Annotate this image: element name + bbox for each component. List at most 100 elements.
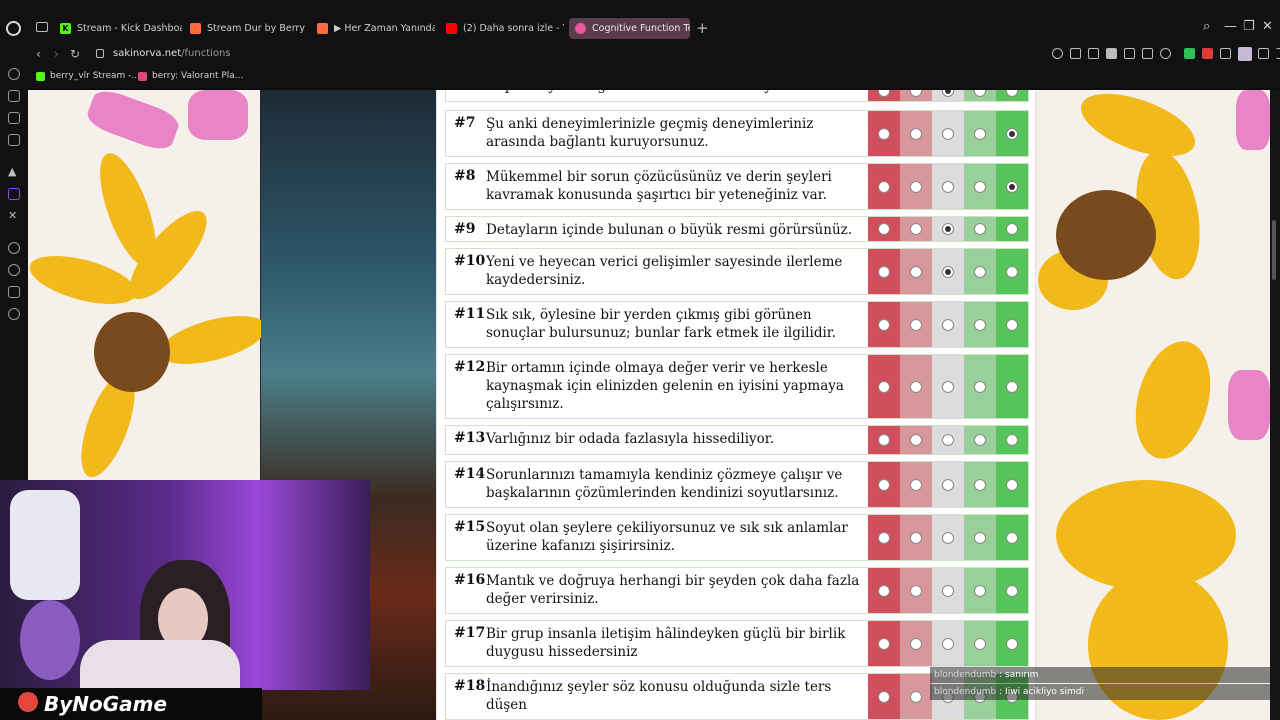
radio-button[interactable] — [878, 90, 890, 97]
answer-option-5[interactable] — [996, 426, 1028, 454]
radio-button[interactable] — [878, 180, 890, 193]
radio-button[interactable] — [878, 318, 890, 331]
radio-button[interactable] — [1006, 90, 1018, 97]
answer-option-1[interactable] — [868, 90, 900, 101]
radio-button[interactable] — [1006, 180, 1018, 193]
answer-option-3[interactable] — [932, 621, 964, 666]
answer-option-3[interactable] — [932, 515, 964, 560]
answer-option-1[interactable] — [868, 426, 900, 454]
radio-button[interactable] — [878, 531, 890, 544]
minimize-icon[interactable]: — — [1224, 20, 1237, 34]
answer-option-4[interactable] — [964, 621, 996, 666]
player-icon[interactable] — [8, 242, 20, 254]
answer-option-1[interactable] — [868, 355, 900, 418]
answer-option-4[interactable] — [964, 249, 996, 294]
messenger-icon[interactable] — [8, 134, 20, 146]
extension-red-icon[interactable] — [1202, 48, 1213, 59]
answer-option-3[interactable] — [932, 164, 964, 209]
pin-icon[interactable] — [1070, 48, 1081, 59]
radio-button[interactable] — [974, 90, 986, 97]
radio-button[interactable] — [1006, 223, 1018, 235]
answer-option-4[interactable] — [964, 355, 996, 418]
extensions-icon[interactable] — [1220, 48, 1231, 59]
radio-button[interactable] — [878, 265, 890, 278]
answer-option-2[interactable] — [900, 462, 932, 507]
answer-option-5[interactable] — [996, 302, 1028, 347]
radio-button[interactable] — [878, 223, 890, 235]
radio-button[interactable] — [1006, 478, 1018, 491]
refresh-icon[interactable] — [8, 68, 20, 80]
x-icon[interactable]: ✕ — [8, 210, 17, 222]
zoom-icon[interactable] — [1052, 48, 1063, 59]
radio-button[interactable] — [1006, 434, 1018, 446]
search-tabs-icon[interactable]: ⌕ — [1203, 20, 1210, 34]
radio-button[interactable] — [942, 318, 954, 331]
heart-icon[interactable] — [1160, 48, 1171, 59]
bookmark-berry-stream[interactable]: berry_vlr Stream -... — [36, 71, 140, 81]
kick-sidebar-icon[interactable]: ▲ — [8, 166, 16, 178]
answer-option-1[interactable] — [868, 164, 900, 209]
radio-button[interactable] — [942, 265, 954, 278]
radio-button[interactable] — [910, 690, 922, 703]
answer-option-3[interactable] — [932, 302, 964, 347]
bag-icon[interactable] — [8, 90, 20, 102]
radio-button[interactable] — [910, 180, 922, 193]
radio-button[interactable] — [878, 127, 890, 140]
forward-button[interactable]: › — [54, 46, 59, 62]
radio-button[interactable] — [878, 584, 890, 597]
extensions-sidebar-icon[interactable] — [8, 286, 20, 298]
radio-button[interactable] — [974, 531, 986, 544]
answer-option-5[interactable] — [996, 164, 1028, 209]
download-icon[interactable] — [1258, 48, 1269, 59]
answer-option-1[interactable] — [868, 621, 900, 666]
radio-button[interactable] — [910, 127, 922, 140]
snapshot-icon[interactable] — [1088, 48, 1099, 59]
answer-option-1[interactable] — [868, 111, 900, 156]
answer-option-2[interactable] — [900, 674, 932, 719]
share-icon[interactable] — [1124, 48, 1135, 59]
radio-button[interactable] — [974, 584, 986, 597]
play-icon[interactable] — [1142, 48, 1153, 59]
tab-kick-dashboard[interactable]: K Stream - Kick Dashboard — [54, 18, 182, 39]
answer-option-4[interactable] — [964, 302, 996, 347]
menu-icon[interactable] — [1276, 48, 1280, 59]
radio-button[interactable] — [974, 380, 986, 393]
opera-logo-icon[interactable] — [6, 21, 21, 36]
answer-option-3[interactable] — [932, 111, 964, 156]
answer-option-4[interactable] — [964, 462, 996, 507]
answer-option-2[interactable] — [900, 568, 932, 613]
answer-option-4[interactable] — [964, 426, 996, 454]
radio-button[interactable] — [878, 690, 890, 703]
radio-button[interactable] — [910, 90, 922, 97]
back-button[interactable]: ‹ — [36, 46, 41, 62]
answer-option-4[interactable] — [964, 568, 996, 613]
radio-button[interactable] — [910, 318, 922, 331]
tab-overview-icon[interactable] — [36, 22, 48, 32]
radio-button[interactable] — [910, 434, 922, 446]
answer-option-2[interactable] — [900, 302, 932, 347]
wallet-icon[interactable] — [8, 112, 20, 124]
answer-option-2[interactable] — [900, 355, 932, 418]
answer-option-4[interactable] — [964, 111, 996, 156]
answer-option-2[interactable] — [900, 621, 932, 666]
answer-option-1[interactable] — [868, 249, 900, 294]
radio-button[interactable] — [910, 531, 922, 544]
radio-button[interactable] — [910, 223, 922, 235]
answer-option-2[interactable] — [900, 426, 932, 454]
answer-option-2[interactable] — [900, 217, 932, 241]
profile-avatar[interactable] — [1238, 47, 1252, 61]
answer-option-3[interactable] — [932, 462, 964, 507]
radio-button[interactable] — [1006, 318, 1018, 331]
radio-button[interactable] — [974, 434, 986, 446]
answer-option-3[interactable] — [932, 249, 964, 294]
answer-option-3[interactable] — [932, 355, 964, 418]
radio-button[interactable] — [942, 584, 954, 597]
answer-option-5[interactable] — [996, 462, 1028, 507]
radio-button[interactable] — [1006, 127, 1018, 140]
answer-option-3[interactable] — [932, 426, 964, 454]
tab-cognitive-function-test[interactable]: Cognitive Function Test ( — [569, 18, 690, 39]
answer-option-1[interactable] — [868, 674, 900, 719]
answer-option-1[interactable] — [868, 462, 900, 507]
radio-button[interactable] — [878, 478, 890, 491]
answer-option-5[interactable] — [996, 568, 1028, 613]
